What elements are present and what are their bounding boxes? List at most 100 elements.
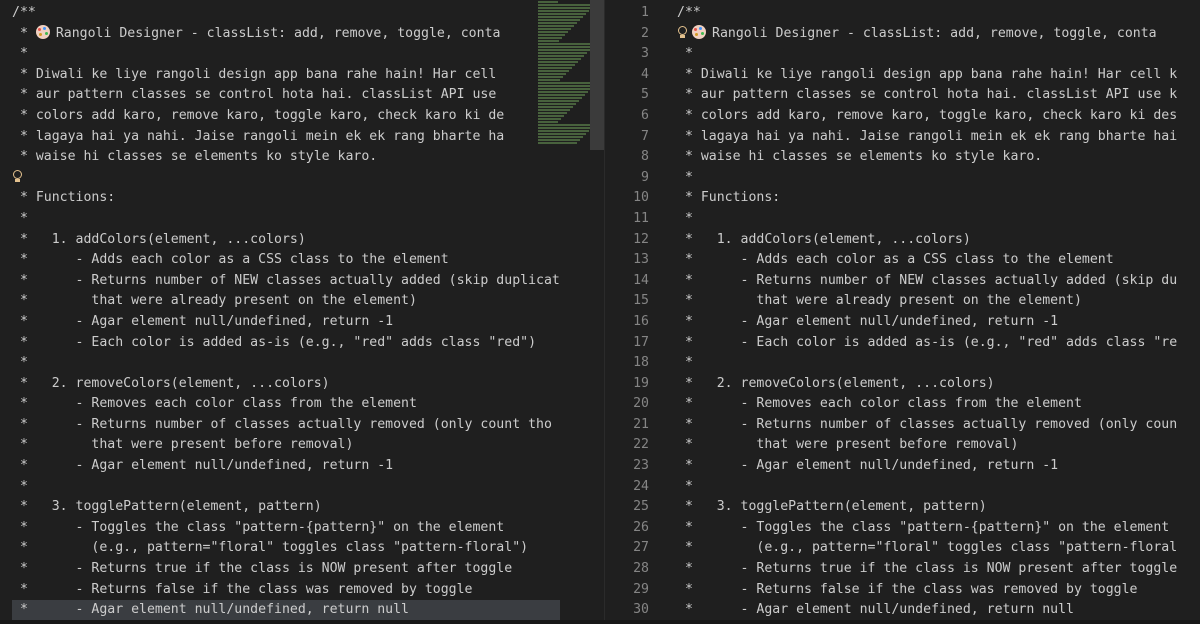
comment-text: /** — [677, 5, 701, 20]
line-number: 2 — [641, 25, 649, 41]
code-line[interactable]: * 1. addColors(element, ...colors) — [677, 230, 1177, 251]
code-line[interactable] — [12, 168, 560, 189]
code-line[interactable]: * Diwali ke liye rangoli design app bana… — [12, 65, 560, 86]
code-line[interactable]: * - Agar element null/undefined, return … — [677, 312, 1177, 333]
code-line[interactable]: * — [12, 209, 560, 230]
code-line[interactable]: * - Removes each color class from the el… — [677, 394, 1177, 415]
status-bar — [0, 620, 1200, 624]
code-line[interactable]: * - Agar element null/undefined, return … — [677, 600, 1177, 621]
code-line[interactable]: * - Agar element null/undefined, return … — [677, 456, 1177, 477]
code-line[interactable]: * - Returns true if the class is NOW pre… — [12, 559, 560, 580]
comment-text: * that were present before removal) — [12, 437, 354, 453]
code-line[interactable]: * - Toggles the class "pattern-{pattern}… — [12, 518, 560, 539]
code-line[interactable]: * - Adds each color as a CSS class to th… — [677, 250, 1177, 271]
code-line[interactable]: * - Adds each color as a CSS class to th… — [12, 250, 560, 271]
code-line[interactable]: * that were already present on the eleme… — [677, 291, 1177, 312]
code-line[interactable]: * - Returns false if the class was remov… — [12, 580, 560, 601]
lightbulb-icon[interactable] — [12, 170, 23, 183]
code-line[interactable]: * that were present before removal) — [677, 435, 1177, 456]
comment-text: * - Returns true if the class is NOW pre… — [677, 561, 1178, 577]
code-line[interactable]: * Functions: — [12, 188, 560, 209]
code-line[interactable]: * 3. togglePattern(element, pattern) — [12, 497, 560, 518]
code-line[interactable]: * — [12, 44, 560, 65]
comment-text: Rangoli Designer - classList: add, remov… — [712, 25, 1157, 41]
comment-text: * — [12, 210, 28, 226]
code-line[interactable]: * — [12, 353, 560, 374]
code-line[interactable]: * - Returns true if the class is NOW pre… — [677, 559, 1177, 580]
comment-text: Rangoli Designer - classList: add, remov… — [55, 25, 501, 41]
minimap-line — [538, 94, 585, 96]
code-line[interactable]: * - Toggles the class "pattern-{pattern}… — [677, 518, 1177, 539]
code-line[interactable]: /** — [12, 3, 560, 24]
editor-pane-right[interactable]: 1 2 3 4 5 6 7 8 9 10 11 12 13 14 15 16 17 18 19 20 21 22 23 24 2… — [604, 0, 1200, 624]
code-line[interactable]: * — [677, 44, 1177, 65]
code-area-left[interactable]: /** * Rangoli Designer - classList: add,… — [12, 3, 560, 621]
code-line[interactable]: * that were already present on the eleme… — [12, 291, 560, 312]
code-line[interactable]: * 2. removeColors(element, ...colors) — [12, 374, 560, 395]
comment-text: * Diwali ke liye rangoli design app bana… — [12, 66, 497, 82]
line-number: 6 — [641, 107, 649, 123]
comment-text: * waise hi classes se elements ko style … — [677, 149, 1043, 165]
code-line[interactable]: * waise hi classes se elements ko style … — [677, 147, 1177, 168]
comment-text: * - Returns number of NEW classes actual… — [12, 272, 560, 288]
comment-text: * 3. togglePattern(element, pattern) — [677, 499, 987, 515]
code-line[interactable]: * — [677, 477, 1177, 498]
minimap-line — [538, 10, 589, 12]
code-line[interactable]: * waise hi classes se elements ko style … — [12, 147, 560, 168]
vertical-scrollbar-thumb[interactable] — [590, 0, 604, 150]
minimap-line — [538, 40, 559, 42]
code-line[interactable]: * - Each color is added as-is (e.g., "re… — [677, 333, 1177, 354]
line-number: 29 — [633, 581, 649, 597]
comment-text: * that were already present on the eleme… — [677, 293, 1082, 309]
code-line[interactable]: * Rangoli Designer - classList: add, rem… — [12, 24, 560, 45]
comment-text: * (e.g., pattern="floral" toggles class … — [677, 540, 1178, 556]
code-line[interactable]: * — [677, 209, 1177, 230]
comment-text: * — [677, 169, 693, 185]
editor-pane-left[interactable]: /** * Rangoli Designer - classList: add,… — [0, 0, 604, 624]
code-line[interactable]: * - Agar element null/undefined, return … — [12, 456, 560, 477]
code-line[interactable]: * aur pattern classes se control hota ha… — [12, 85, 560, 106]
comment-text: * lagaya hai ya nahi. Jaise rangoli mein… — [12, 128, 505, 144]
line-number: 22 — [633, 437, 649, 453]
code-line[interactable]: * — [12, 477, 560, 498]
code-line[interactable]: * (e.g., pattern="floral" toggles class … — [12, 538, 560, 559]
code-line[interactable]: * - Each color is added as-is (e.g., "re… — [12, 333, 560, 354]
code-line[interactable]: * Diwali ke liye rangoli design app bana… — [677, 65, 1177, 86]
code-line[interactable]: * - Returns number of classes actually r… — [12, 415, 560, 436]
code-line[interactable]: * that were present before removal) — [12, 435, 560, 456]
code-line[interactable]: * lagaya hai ya nahi. Jaise rangoli mein… — [677, 127, 1177, 148]
comment-text: * - Each color is added as-is (e.g., "re… — [12, 334, 537, 350]
code-area-right[interactable]: /** Rangoli Designer - classList: add, re… — [677, 3, 1177, 621]
code-line[interactable]: * — [677, 353, 1177, 374]
line-number-gutter: 1 2 3 4 5 6 7 8 9 10 11 12 13 14 15 16 17 18 19 20 21 22 23 24 2… — [605, 3, 655, 621]
code-line[interactable]: * aur pattern classes se control hota ha… — [677, 85, 1177, 106]
code-line[interactable]: * (e.g., pattern="floral" toggles class … — [677, 538, 1177, 559]
code-line[interactable]: Rangoli Designer - classList: add, remov… — [677, 24, 1177, 45]
line-number: 10 — [633, 190, 649, 206]
code-line[interactable]: * Functions: — [677, 188, 1177, 209]
lightbulb-icon[interactable] — [677, 26, 688, 39]
line-number: 1 — [641, 5, 649, 20]
code-line[interactable]: * colors add karo, remove karo, toggle k… — [677, 106, 1177, 127]
minimap-line — [538, 121, 558, 123]
code-line[interactable]: * - Agar element null/undefined, return … — [12, 312, 560, 333]
code-line[interactable]: * — [677, 168, 1177, 189]
minimap-line — [538, 52, 587, 54]
code-line[interactable]: * - Returns number of NEW classes actual… — [12, 271, 560, 292]
line-number: 16 — [633, 313, 649, 329]
minimap-line — [538, 115, 564, 117]
code-line[interactable]: * lagaya hai ya nahi. Jaise rangoli mein… — [12, 127, 560, 148]
code-line[interactable]: * - Agar element null/undefined, return … — [12, 600, 560, 621]
code-line[interactable]: * - Returns number of classes actually r… — [677, 415, 1177, 436]
code-line[interactable]: /** — [677, 3, 1177, 24]
code-line[interactable]: * 1. addColors(element, ...colors) — [12, 230, 560, 251]
code-line[interactable]: * - Returns false if the class was remov… — [677, 580, 1177, 601]
comment-text: * — [12, 25, 36, 41]
comment-text: * - Adds each color as a CSS class to th… — [677, 252, 1114, 268]
code-line[interactable]: * - Removes each color class from the el… — [12, 394, 560, 415]
code-line[interactable]: * 2. removeColors(element, ...colors) — [677, 374, 1177, 395]
code-line[interactable]: * 3. togglePattern(element, pattern) — [677, 497, 1177, 518]
comment-text: * - Returns number of classes actually r… — [677, 416, 1178, 432]
code-line[interactable]: * - Returns number of NEW classes actual… — [677, 271, 1177, 292]
code-line[interactable]: * colors add karo, remove karo, toggle k… — [12, 106, 560, 127]
